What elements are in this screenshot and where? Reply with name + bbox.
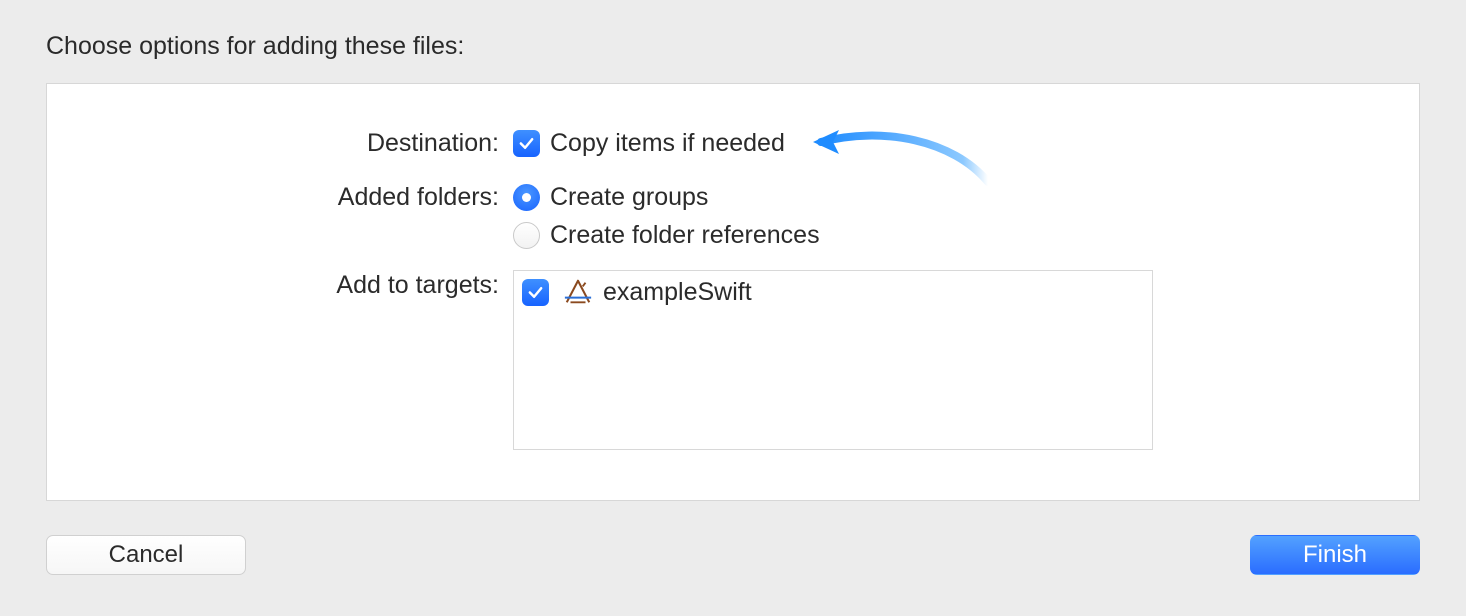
added-folders-row: Added folders: Create groups Create fold…: [73, 182, 1393, 258]
added-folders-controls: Create groups Create folder references: [513, 182, 1393, 258]
create-folder-references-label: Create folder references: [550, 220, 820, 250]
add-to-targets-label: Add to targets:: [73, 270, 513, 300]
create-folder-references-option: Create folder references: [513, 220, 1393, 250]
check-icon: [527, 284, 544, 301]
destination-controls: Copy items if needed: [513, 128, 1393, 166]
targets-list[interactable]: exampleSwift: [513, 270, 1153, 450]
create-groups-option: Create groups: [513, 182, 1393, 212]
check-icon: [518, 135, 535, 152]
sheet-title: Choose options for adding these files:: [46, 32, 1420, 61]
copy-items-label: Copy items if needed: [550, 128, 785, 158]
finish-button[interactable]: Finish: [1250, 535, 1420, 575]
create-groups-label: Create groups: [550, 182, 708, 212]
destination-row: Destination: Copy items if needed: [73, 128, 1393, 166]
add-to-targets-controls: exampleSwift: [513, 270, 1393, 450]
create-groups-radio[interactable]: [513, 184, 540, 211]
copy-items-checkbox[interactable]: [513, 130, 540, 157]
radio-dot-icon: [522, 193, 531, 202]
add-files-options-sheet: Choose options for adding these files: D…: [0, 0, 1466, 616]
create-folder-references-radio[interactable]: [513, 222, 540, 249]
options-panel: Destination: Copy items if needed: [46, 83, 1420, 501]
app-target-icon: [563, 277, 593, 307]
target-item[interactable]: exampleSwift: [522, 277, 1144, 307]
add-to-targets-row: Add to targets:: [73, 270, 1393, 450]
target-checkbox[interactable]: [522, 279, 549, 306]
target-name: exampleSwift: [603, 277, 752, 307]
cancel-button[interactable]: Cancel: [46, 535, 246, 575]
added-folders-label: Added folders:: [73, 182, 513, 212]
dialog-buttons: Cancel Finish: [46, 535, 1420, 575]
destination-label: Destination:: [73, 128, 513, 158]
destination-option: Copy items if needed: [513, 128, 1393, 158]
